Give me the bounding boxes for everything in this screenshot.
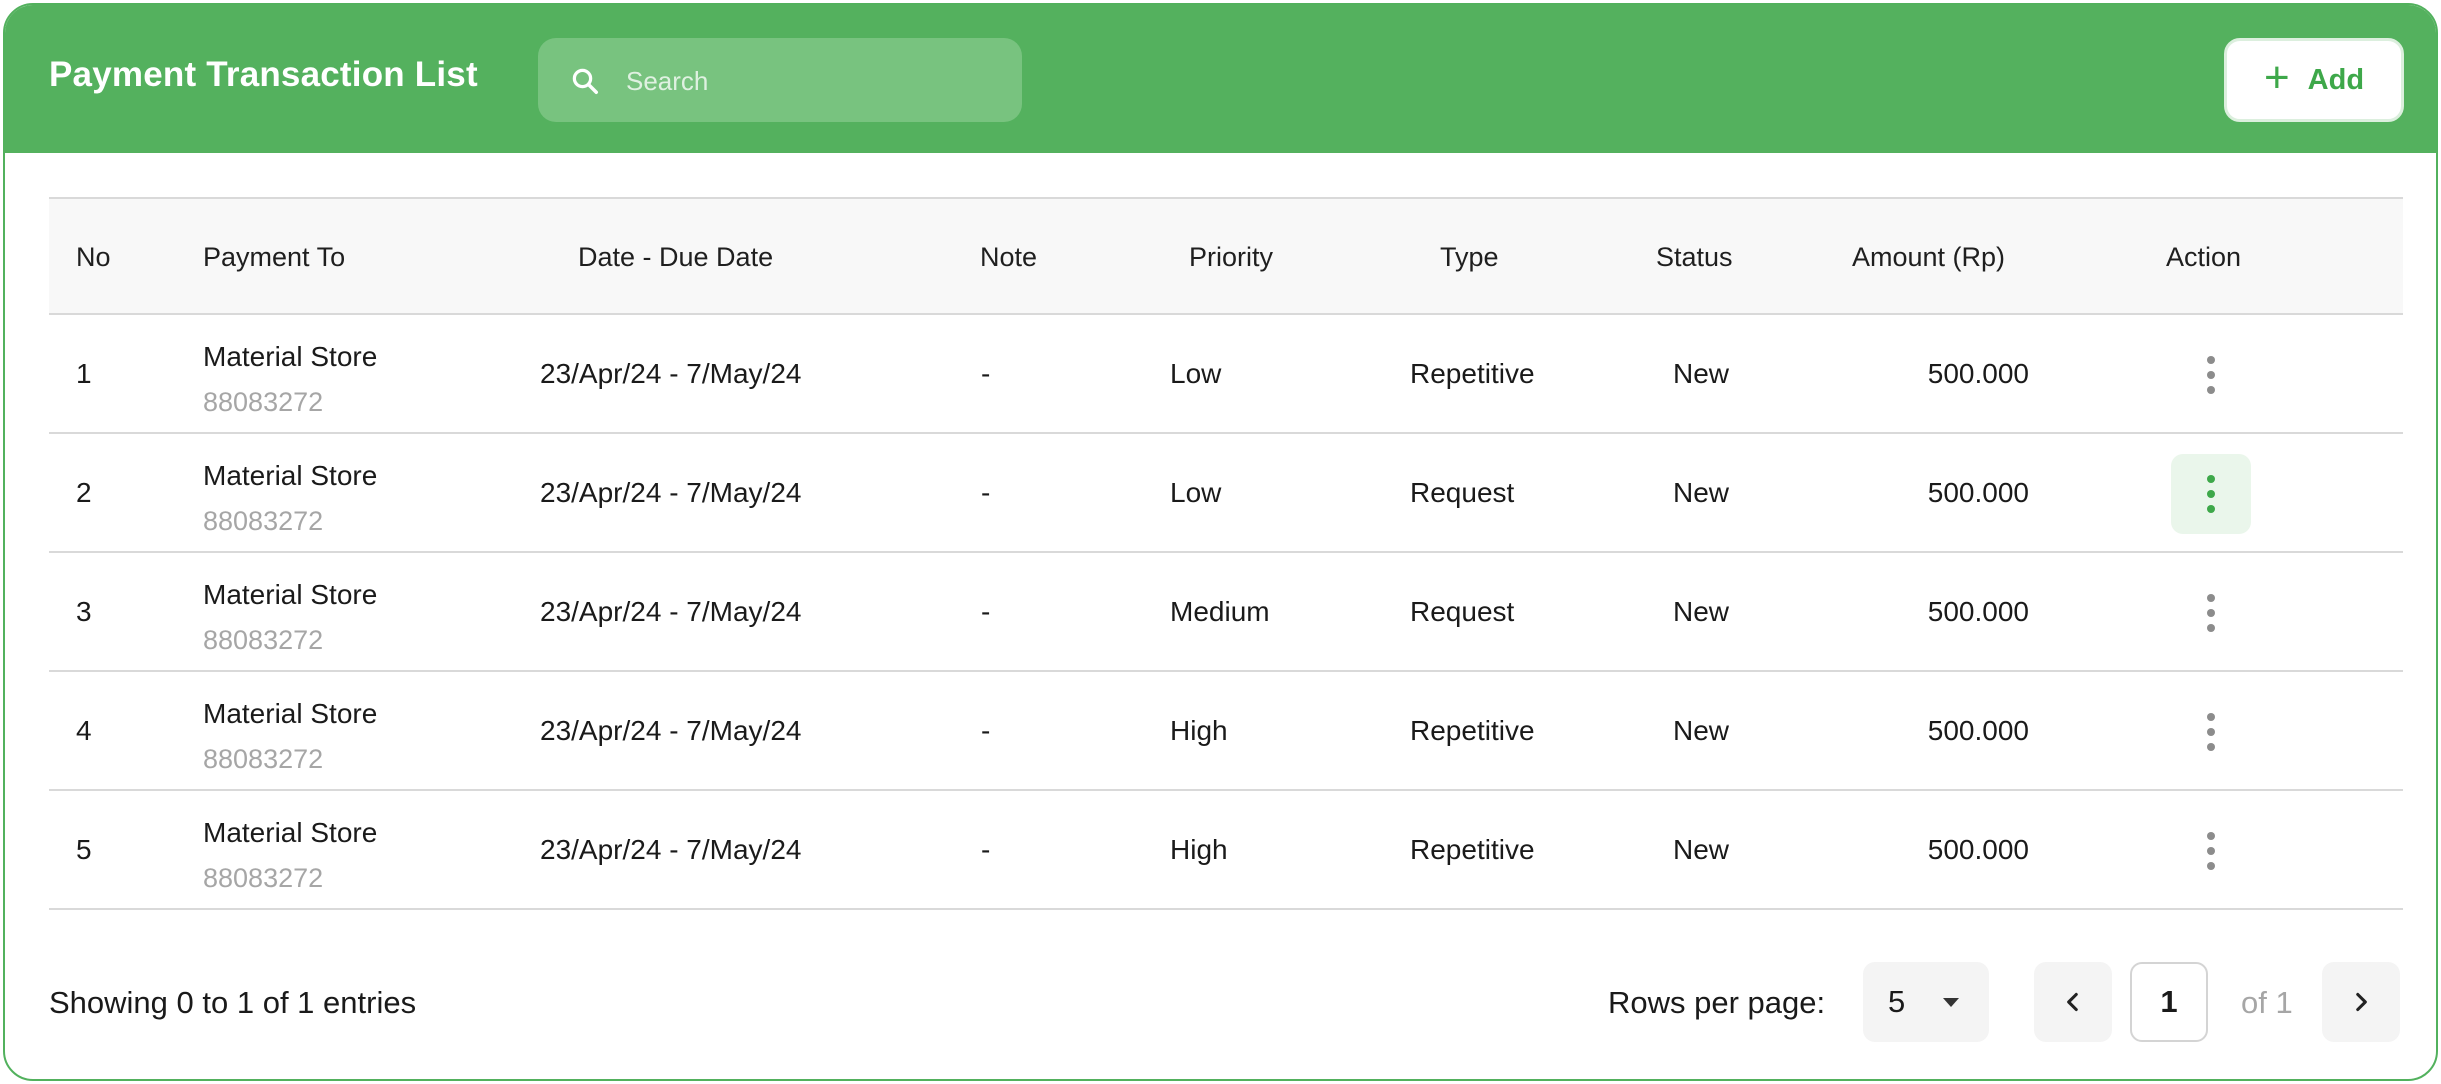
row-no: 5 xyxy=(76,834,92,865)
priority: High xyxy=(1170,715,1228,746)
payment-to-account: 88083272 xyxy=(203,625,324,655)
row-action-kebab-menu-icon[interactable] xyxy=(2171,573,2251,653)
table-row: 2 Material Store 88083272 23/Apr/24 - 7/… xyxy=(49,434,2403,553)
plus-icon: + xyxy=(2263,53,2290,102)
column-header-no: No xyxy=(76,242,111,272)
rows-per-page-select[interactable]: 5 xyxy=(1863,962,1989,1042)
note: - xyxy=(981,834,991,865)
status: New xyxy=(1673,596,1730,627)
rows-per-page-label: Rows per page: xyxy=(1608,985,1826,1020)
status: New xyxy=(1673,358,1730,389)
page-title: Payment Transaction List xyxy=(49,55,478,94)
payment-to-account: 88083272 xyxy=(203,863,324,893)
row-no: 2 xyxy=(76,477,92,508)
row-action-kebab-menu-icon[interactable] xyxy=(2171,692,2251,772)
amount: 500.000 xyxy=(1927,596,2029,627)
payment-to-name: Material Store xyxy=(203,817,378,848)
type: Repetitive xyxy=(1410,358,1535,389)
row-action-kebab-menu-icon[interactable] xyxy=(2171,335,2251,415)
amount: 500.000 xyxy=(1927,715,2029,746)
type: Repetitive xyxy=(1410,834,1535,865)
note: - xyxy=(981,358,991,389)
column-header-note: Note xyxy=(980,242,1038,272)
payment-to-account: 88083272 xyxy=(203,387,324,417)
payment-to-account: 88083272 xyxy=(203,744,324,774)
column-header-priority: Priority xyxy=(1189,242,1274,272)
next-page-button[interactable] xyxy=(2322,962,2400,1042)
row-no: 4 xyxy=(76,715,92,746)
add-button-label: Add xyxy=(2307,63,2365,96)
prev-page-button[interactable] xyxy=(2034,962,2112,1042)
priority: Low xyxy=(1170,477,1222,508)
amount: 500.000 xyxy=(1927,834,2029,865)
row-no: 1 xyxy=(76,358,92,389)
search-box[interactable]: Search xyxy=(538,38,1022,122)
rows-per-page-value: 5 xyxy=(1888,984,1906,1019)
note: - xyxy=(981,596,991,627)
date-range: 23/Apr/24 - 7/May/24 xyxy=(540,596,802,627)
search-input[interactable]: Search xyxy=(626,66,708,97)
note: - xyxy=(981,715,991,746)
column-header-action: Action xyxy=(2166,242,2242,272)
date-range: 23/Apr/24 - 7/May/24 xyxy=(540,358,802,389)
column-header-date: Date - Due Date xyxy=(578,242,774,272)
payment-to-account: 88083272 xyxy=(203,506,324,536)
note: - xyxy=(981,477,991,508)
caret-down-icon xyxy=(1943,998,1959,1007)
priority: Low xyxy=(1170,358,1222,389)
row-action-kebab-menu-icon[interactable] xyxy=(2171,811,2251,891)
date-range: 23/Apr/24 - 7/May/24 xyxy=(540,477,802,508)
transactions-table: No Payment To Date - Due Date Note Prior… xyxy=(49,197,2403,910)
type: Request xyxy=(1410,596,1515,627)
table-header-row: No Payment To Date - Due Date Note Prior… xyxy=(49,197,2403,315)
table-row: 5 Material Store 88083272 23/Apr/24 - 7/… xyxy=(49,791,2403,910)
date-range: 23/Apr/24 - 7/May/24 xyxy=(540,715,802,746)
amount: 500.000 xyxy=(1927,477,2029,508)
amount: 500.000 xyxy=(1927,358,2029,389)
status: New xyxy=(1673,477,1730,508)
card-header: Payment Transaction List Search + Add xyxy=(5,5,2436,153)
table-row: 1 Material Store 88083272 23/Apr/24 - 7/… xyxy=(49,315,2403,434)
date-range: 23/Apr/24 - 7/May/24 xyxy=(540,834,802,865)
column-header-amount: Amount (Rp) xyxy=(1852,242,2006,272)
column-header-type: Type xyxy=(1440,242,1499,272)
payment-transaction-card: Payment Transaction List Search + Add No… xyxy=(3,3,2438,1081)
payment-to-name: Material Store xyxy=(203,698,378,729)
type: Request xyxy=(1410,477,1515,508)
search-icon xyxy=(572,68,598,94)
payment-to-name: Material Store xyxy=(203,460,378,491)
column-header-status: Status xyxy=(1656,242,1733,272)
chevron-right-icon xyxy=(2356,992,2367,1012)
payment-to-name: Material Store xyxy=(203,341,378,372)
add-button[interactable]: + Add xyxy=(2224,38,2404,122)
table-row: 3 Material Store 88083272 23/Apr/24 - 7/… xyxy=(49,553,2403,672)
entries-summary: Showing 0 to 1 of 1 entries xyxy=(49,985,417,1020)
chevron-left-icon xyxy=(2067,992,2078,1012)
priority: High xyxy=(1170,834,1228,865)
payment-to-name: Material Store xyxy=(203,579,378,610)
row-no: 3 xyxy=(76,596,92,627)
table-row: 4 Material Store 88083272 23/Apr/24 - 7/… xyxy=(49,672,2403,791)
status: New xyxy=(1673,834,1730,865)
type: Repetitive xyxy=(1410,715,1535,746)
status: New xyxy=(1673,715,1730,746)
priority: Medium xyxy=(1170,596,1270,627)
row-action-kebab-menu-icon[interactable] xyxy=(2171,454,2251,534)
page-total: of 1 xyxy=(2241,985,2293,1020)
page-number-input[interactable]: 1 xyxy=(2130,962,2208,1042)
column-header-payment-to: Payment To xyxy=(203,242,346,272)
